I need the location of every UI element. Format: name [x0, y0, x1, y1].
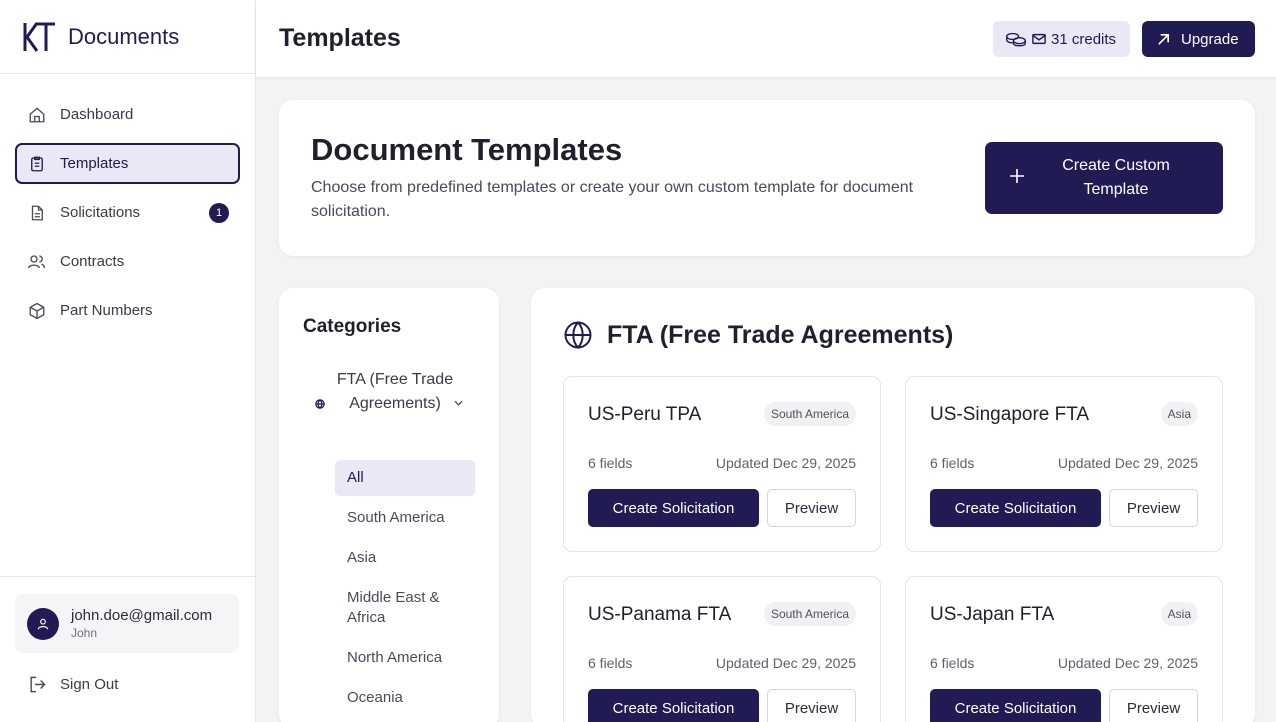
sidebar-item-solicitations[interactable]: Solicitations 1 [15, 192, 240, 233]
template-name: US-Japan FTA [930, 604, 1055, 625]
template-name: US-Singapore FTA [930, 404, 1090, 425]
create-solicitation-button[interactable]: Create Solicitation [588, 689, 759, 722]
sidebar-item-label: Contracts [60, 253, 125, 270]
globe-icon [563, 320, 593, 350]
logout-icon [28, 675, 47, 694]
templates-panel-title: FTA (Free Trade Agreements) [607, 320, 954, 349]
hero-title: Document Templates [311, 132, 623, 167]
credits-label: 31 credits [1051, 30, 1117, 48]
sidebar-footer: john.doe@gmail.com John Sign Out [0, 576, 255, 722]
template-card-us-peru: US-Peru TPA South America 6 fields Updat… [563, 376, 881, 552]
coins-icon [1005, 31, 1027, 47]
category-item-middle-east-africa[interactable]: Middle East & Africa [335, 588, 455, 628]
categories-panel: Categories FTA (Free Trade Agreements) A… [279, 288, 499, 722]
region-badge: South America [763, 402, 856, 426]
updated-date: Updated Dec 29, 2025 [715, 655, 856, 671]
updated-date: Updated Dec 29, 2025 [1057, 455, 1198, 471]
template-card-us-singapore: US-Singapore FTA Asia 6 fields Updated D… [905, 376, 1223, 552]
upgrade-label: Upgrade [1181, 30, 1239, 48]
page-title: Templates [279, 24, 401, 52]
brand-name: Documents [68, 23, 180, 49]
sidebar-item-part-numbers[interactable]: Part Numbers [15, 290, 240, 331]
sidebar-item-templates[interactable]: Templates [15, 143, 240, 184]
user-icon [37, 618, 49, 629]
top-header: Templates 31 credits Upgrade [256, 0, 1276, 78]
templates-panel-header: FTA (Free Trade Agreements) [563, 320, 953, 350]
category-group-label: FTA (Free Trade Agreements) [336, 371, 454, 412]
template-card-us-panama: US-Panama FTA South America 6 fields Upd… [563, 576, 881, 722]
kt-logo-icon [23, 21, 55, 52]
sidebar-item-label: Part Numbers [60, 302, 153, 319]
sidebar-item-contracts[interactable]: Contracts [15, 241, 240, 282]
user-email: john.doe@gmail.com [71, 607, 213, 624]
sidebar: Documents Dashboard Templates Solicitati… [0, 0, 256, 722]
file-icon [27, 203, 47, 223]
sidebar-nav: Dashboard Templates Solicitations 1 Cont… [0, 74, 255, 331]
category-item-south-america[interactable]: South America [335, 508, 475, 528]
updated-date: Updated Dec 29, 2025 [1057, 655, 1198, 671]
user-card[interactable]: john.doe@gmail.com John [15, 594, 239, 653]
document-icon [27, 154, 47, 174]
field-count: 6 fields [588, 655, 633, 671]
create-solicitation-button[interactable]: Create Solicitation [930, 489, 1101, 527]
category-item-north-america[interactable]: North America [335, 648, 475, 668]
hero-description: Choose from predefined templates or crea… [311, 179, 914, 220]
updated-date: Updated Dec 29, 2025 [715, 455, 856, 471]
preview-button[interactable]: Preview [767, 489, 856, 527]
brand[interactable]: Documents [0, 0, 255, 74]
categories-title: Categories [303, 316, 402, 337]
users-icon [27, 252, 47, 272]
region-badge: Asia [1160, 602, 1198, 626]
template-name: US-Panama FTA [588, 604, 732, 625]
mail-icon [1032, 33, 1046, 45]
credits-badge[interactable]: 31 credits [993, 21, 1130, 57]
region-badge: South America [763, 602, 856, 626]
create-custom-template-button[interactable]: Create Custom Template [985, 142, 1223, 214]
globe-icon [315, 399, 325, 409]
category-item-oceania[interactable]: Oceania [335, 688, 475, 708]
create-custom-template-label: Create Custom Template [1062, 157, 1170, 198]
field-count: 6 fields [930, 655, 975, 671]
sidebar-item-label: Dashboard [60, 106, 134, 123]
chevron-down-icon[interactable] [454, 400, 463, 406]
template-name: US-Peru TPA [588, 404, 702, 425]
avatar [27, 607, 59, 640]
category-item-asia[interactable]: Asia [335, 548, 475, 568]
sidebar-item-label: Templates [60, 155, 129, 172]
upgrade-button[interactable]: Upgrade [1142, 21, 1255, 57]
user-name: John [71, 626, 98, 640]
field-count: 6 fields [930, 455, 975, 471]
preview-button[interactable]: Preview [1109, 489, 1198, 527]
preview-button[interactable]: Preview [767, 689, 856, 722]
plus-icon [1009, 168, 1025, 184]
templates-panel: FTA (Free Trade Agreements) US-Peru TPA … [531, 288, 1255, 722]
sign-out-button[interactable]: Sign Out [28, 675, 118, 694]
solicitations-count-badge: 1 [209, 203, 229, 223]
hero-card: Document Templates Choose from predefine… [279, 100, 1255, 256]
sign-out-label: Sign Out [60, 676, 119, 693]
create-solicitation-button[interactable]: Create Solicitation [588, 489, 759, 527]
category-group-fta[interactable]: FTA (Free Trade Agreements) [303, 368, 475, 440]
field-count: 6 fields [588, 455, 633, 471]
category-item-all[interactable]: All [335, 460, 475, 496]
region-badge: Asia [1160, 402, 1198, 426]
arrow-up-right-icon [1156, 32, 1171, 47]
package-icon [27, 301, 47, 321]
create-solicitation-button[interactable]: Create Solicitation [930, 689, 1101, 722]
sidebar-item-dashboard[interactable]: Dashboard [15, 94, 240, 135]
sidebar-item-label: Solicitations [60, 204, 141, 221]
template-card-us-japan: US-Japan FTA Asia 6 fields Updated Dec 2… [905, 576, 1223, 722]
home-icon [27, 105, 47, 125]
preview-button[interactable]: Preview [1109, 689, 1198, 722]
